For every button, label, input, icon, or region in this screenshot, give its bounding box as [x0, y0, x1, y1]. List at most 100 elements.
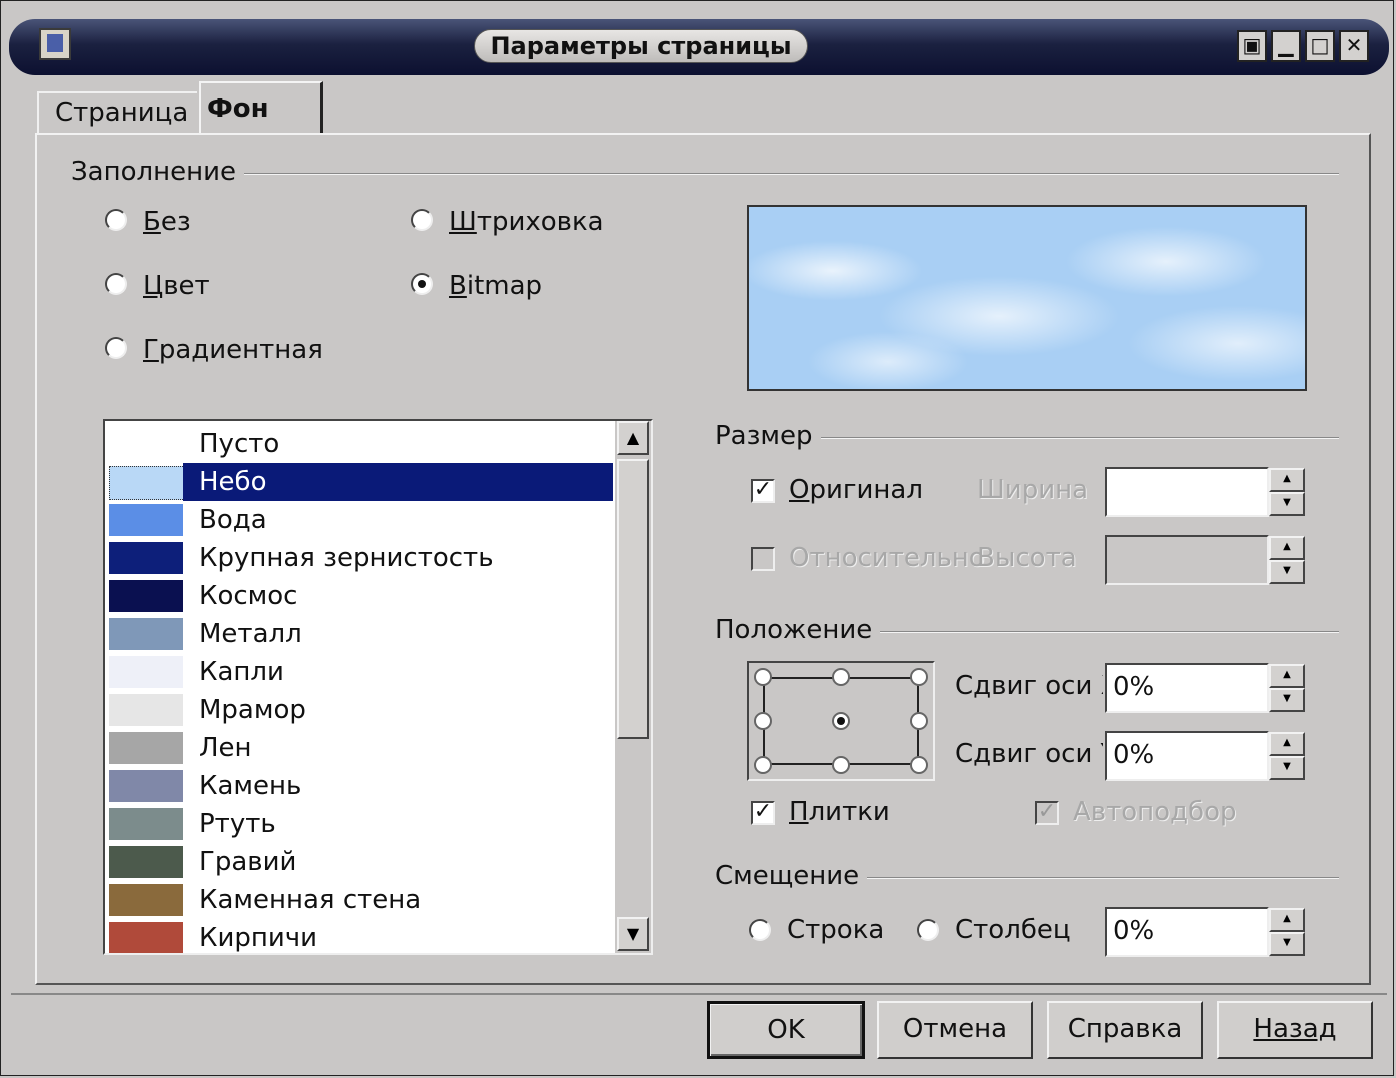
- back-button[interactable]: Назад: [1217, 1001, 1373, 1059]
- offset-stepper[interactable]: ▲ ▼: [1269, 908, 1305, 956]
- page-setup-dialog: Параметры страницы ▣ ▁ □ ✕ Страница Фон …: [0, 0, 1394, 1076]
- fill-color-radio[interactable]: [105, 273, 127, 295]
- original-size-label[interactable]: Оригинал: [789, 475, 923, 505]
- offset-group-line: [853, 877, 1339, 879]
- width-field[interactable]: [1105, 467, 1269, 517]
- position-top-right[interactable]: [910, 668, 928, 686]
- width-stepper[interactable]: ▲ ▼: [1269, 468, 1305, 516]
- help-button[interactable]: Справка: [1047, 1001, 1203, 1059]
- position-top-left[interactable]: [754, 668, 772, 686]
- close-icon[interactable]: ✕: [1339, 30, 1369, 62]
- bitmap-swatch: [109, 428, 183, 460]
- list-item[interactable]: Пусто: [105, 425, 613, 463]
- list-item[interactable]: Камень: [105, 767, 613, 805]
- spin-up-icon[interactable]: ▲: [1269, 908, 1305, 932]
- cancel-button[interactable]: Отмена: [877, 1001, 1033, 1059]
- fill-color-label[interactable]: Цвет: [143, 271, 210, 301]
- autofit-label[interactable]: Автоподбор: [1073, 797, 1237, 827]
- minimize-icon[interactable]: ▁: [1271, 30, 1301, 62]
- list-item[interactable]: Вода: [105, 501, 613, 539]
- list-item[interactable]: Лен: [105, 729, 613, 767]
- position-top-center[interactable]: [832, 668, 850, 686]
- list-item[interactable]: Капли: [105, 653, 613, 691]
- fill-bitmap-label[interactable]: Bitmap: [449, 271, 542, 301]
- fill-none-label[interactable]: Без: [143, 207, 191, 237]
- bitmap-list[interactable]: Пусто Небо Вода Крупная зернистость Косм…: [103, 419, 653, 955]
- list-item-label: Пусто: [199, 429, 280, 459]
- scroll-down-icon[interactable]: ▼: [617, 917, 649, 951]
- spin-up-icon[interactable]: ▲: [1269, 536, 1305, 560]
- fill-group-line: [227, 173, 1339, 175]
- offset-group-label: Смещение: [715, 861, 868, 891]
- spin-down-icon[interactable]: ▼: [1269, 932, 1305, 956]
- position-middle-right[interactable]: [910, 712, 928, 730]
- spin-down-icon[interactable]: ▼: [1269, 756, 1305, 780]
- title-bar[interactable]: Параметры страницы ▣ ▁ □ ✕: [9, 19, 1389, 75]
- original-size-checkbox[interactable]: ✓: [751, 479, 775, 503]
- tile-label[interactable]: Плитки: [789, 797, 890, 827]
- y-offset-stepper[interactable]: ▲ ▼: [1269, 732, 1305, 780]
- relative-size-label[interactable]: Относительно: [789, 543, 985, 573]
- button-separator: [11, 993, 1387, 995]
- list-item[interactable]: Космос: [105, 577, 613, 615]
- tab-page[interactable]: Страница: [37, 91, 197, 135]
- list-item[interactable]: Ртуть: [105, 805, 613, 843]
- ok-button[interactable]: OK: [707, 1001, 865, 1059]
- y-offset-field[interactable]: 0%: [1105, 731, 1269, 781]
- offset-value-field[interactable]: 0%: [1105, 907, 1269, 957]
- autofit-checkbox[interactable]: ✓: [1035, 801, 1059, 825]
- scroll-up-icon[interactable]: ▲: [617, 421, 649, 455]
- size-group-line: [811, 437, 1339, 439]
- list-item-label: Каменная стена: [199, 885, 422, 915]
- list-item-label: Ртуть: [199, 809, 276, 839]
- fill-gradient-radio[interactable]: [105, 337, 127, 359]
- position-center[interactable]: [832, 712, 850, 730]
- bitmap-swatch: [109, 846, 183, 878]
- fill-hatching-label[interactable]: Штриховка: [449, 207, 604, 237]
- height-label: Высота: [977, 543, 1077, 573]
- list-item[interactable]: Гравий: [105, 843, 613, 881]
- app-icon[interactable]: [39, 28, 71, 60]
- spin-up-icon[interactable]: ▲: [1269, 468, 1305, 492]
- spin-down-icon[interactable]: ▼: [1269, 492, 1305, 516]
- bitmap-swatch: [109, 542, 183, 574]
- position-bottom-left[interactable]: [754, 756, 772, 774]
- position-middle-left[interactable]: [754, 712, 772, 730]
- width-label: Ширина: [977, 475, 1089, 505]
- offset-row-radio[interactable]: [749, 919, 771, 941]
- fill-none-radio[interactable]: [105, 209, 127, 231]
- list-item-label: Металл: [199, 619, 302, 649]
- fill-hatching-radio[interactable]: [411, 209, 433, 231]
- height-stepper[interactable]: ▲ ▼: [1269, 536, 1305, 584]
- offset-column-radio[interactable]: [917, 919, 939, 941]
- list-item[interactable]: Каменная стена: [105, 881, 613, 919]
- spin-down-icon[interactable]: ▼: [1269, 560, 1305, 584]
- x-offset-stepper[interactable]: ▲ ▼: [1269, 664, 1305, 712]
- fill-gradient-label[interactable]: Градиентная: [143, 335, 323, 365]
- list-item-label: Капли: [199, 657, 284, 687]
- position-bottom-center[interactable]: [832, 756, 850, 774]
- position-bottom-right[interactable]: [910, 756, 928, 774]
- position-selector[interactable]: [747, 661, 935, 781]
- x-offset-field[interactable]: 0%: [1105, 663, 1269, 713]
- spin-down-icon[interactable]: ▼: [1269, 688, 1305, 712]
- maximize-icon[interactable]: □: [1305, 30, 1335, 62]
- list-item-label: Гравий: [199, 847, 297, 877]
- offset-column-label[interactable]: Столбец: [955, 915, 1071, 945]
- list-item[interactable]: Металл: [105, 615, 613, 653]
- relative-size-checkbox[interactable]: [751, 547, 775, 571]
- tile-checkbox[interactable]: ✓: [751, 801, 775, 825]
- tab-background[interactable]: Фон: [199, 81, 323, 133]
- offset-row-label[interactable]: Строка: [787, 915, 884, 945]
- list-item[interactable]: Кирпичи: [105, 919, 613, 953]
- list-scrollbar[interactable]: ▲ ▼: [615, 421, 651, 953]
- height-field[interactable]: [1105, 535, 1269, 585]
- fill-bitmap-radio[interactable]: [411, 273, 433, 295]
- shade-icon[interactable]: ▣: [1237, 30, 1267, 62]
- list-item[interactable]: Крупная зернистость: [105, 539, 613, 577]
- list-item[interactable]: Небо: [105, 463, 613, 501]
- spin-up-icon[interactable]: ▲: [1269, 664, 1305, 688]
- spin-up-icon[interactable]: ▲: [1269, 732, 1305, 756]
- scroll-thumb[interactable]: [617, 459, 649, 739]
- list-item[interactable]: Мрамор: [105, 691, 613, 729]
